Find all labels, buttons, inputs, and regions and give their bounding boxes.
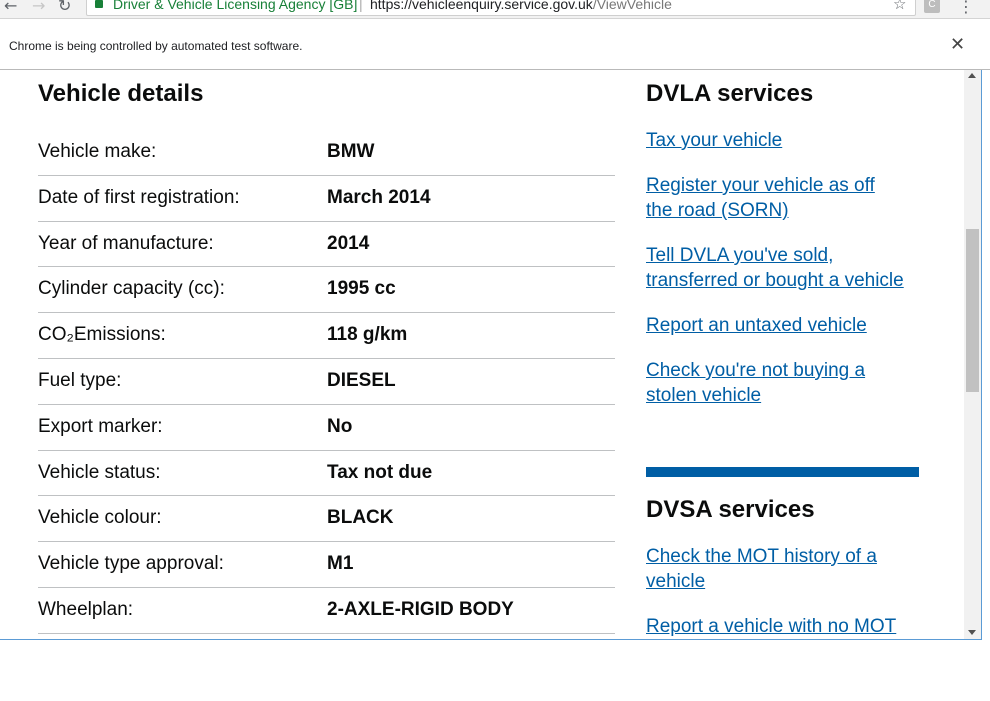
row-label: Vehicle colour: [38,507,162,529]
table-row: Year of manufacture: 2014 [38,222,615,268]
tax-vehicle-link[interactable]: Tax your vehicle [646,128,926,153]
table-row: Vehicle type approval: M1 [38,542,615,588]
lock-icon [95,0,103,8]
row-value: 2-AXLE-RIGID BODY [327,598,514,620]
row-value: 1995 cc [327,278,396,300]
row-value: No [327,415,353,437]
row-value: DIESEL [327,369,396,391]
table-row: Vehicle colour: BLACK [38,496,615,543]
row-value: 2014 [327,232,370,254]
section-divider-bar [646,467,919,477]
table-row: Fuel type: DIESEL [38,359,615,405]
table-row: Cylinder capacity (cc): 1995 cc [38,267,615,314]
close-icon[interactable]: ✕ [950,34,965,55]
vehicle-details-table: Vehicle make: BMW Date of first registra… [38,130,615,634]
forward-icon[interactable]: → [32,0,45,15]
browser-toolbar: ← → ↻ Driver & Vehicle Licensing Agency … [0,0,990,19]
table-row: Vehicle make: BMW [38,130,615,176]
sorn-link[interactable]: Register your vehicle as off the road (S… [646,173,906,223]
row-label: Fuel type: [38,369,122,391]
row-value: 118 g/km [327,324,408,346]
stolen-vehicle-link[interactable]: Check you're not buying a stolen vehicle [646,358,921,408]
dvsa-services-links: Check the MOT history of a vehicle Repor… [646,544,926,640]
viewport-border-bottom [0,639,982,640]
row-label: CO₂Emissions: [38,324,166,346]
address-separator: | [359,0,363,12]
row-value: M1 [327,553,354,575]
scroll-up-arrow-icon[interactable] [968,73,976,78]
table-row: Wheelplan: 2-AXLE-RIGID BODY [38,588,615,634]
row-value: Tax not due [327,461,433,483]
row-label: Vehicle type approval: [38,553,224,575]
row-value: BLACK [327,507,394,529]
site-identity[interactable]: Driver & Vehicle Licensing Agency [GB] [113,0,357,12]
url-path: /ViewVehicle [592,0,672,12]
address-bar[interactable]: Driver & Vehicle Licensing Agency [GB] |… [86,0,916,16]
reload-icon[interactable]: ↻ [58,0,71,15]
row-label: Vehicle status: [38,461,161,483]
automation-infobar: Chrome is being controlled by automated … [0,19,990,70]
table-row: Export marker: No [38,405,615,451]
page-viewport: Vehicle details Vehicle make: BMW Date o… [0,70,982,640]
table-row: CO₂Emissions: 118 g/km [38,313,615,359]
dvla-services-links: Tax your vehicle Register your vehicle a… [646,128,926,428]
sold-vehicle-link[interactable]: Tell DVLA you've sold, transferred or bo… [646,243,926,293]
row-label: Year of manufacture: [38,232,214,254]
vertical-scrollbar[interactable] [964,70,981,640]
infobar-message: Chrome is being controlled by automated … [9,39,303,53]
row-value: March 2014 [327,186,431,208]
star-icon[interactable]: ☆ [893,0,906,13]
vehicle-details-heading: Vehicle details [38,80,204,107]
row-label: Cylinder capacity (cc): [38,278,225,300]
dvsa-services-heading: DVSA services [646,496,815,523]
report-no-mot-link[interactable]: Report a vehicle with no MOT [646,614,926,639]
scroll-down-arrow-icon[interactable] [968,630,976,635]
back-icon[interactable]: ← [4,0,17,15]
extension-icon[interactable]: C [924,0,940,13]
row-label: Date of first registration: [38,186,240,208]
dvla-services-heading: DVLA services [646,80,814,107]
mot-history-link[interactable]: Check the MOT history of a vehicle [646,544,886,594]
report-untaxed-link[interactable]: Report an untaxed vehicle [646,313,926,338]
scrollbar-thumb[interactable] [966,229,979,392]
row-label: Wheelplan: [38,598,134,620]
url-host: https://vehicleenquiry.service.gov.uk [370,0,593,12]
table-row: Vehicle status: Tax not due [38,451,615,497]
url-text[interactable]: https://vehicleenquiry.service.gov.uk/Vi… [370,0,672,12]
row-value: BMW [327,141,375,162]
viewport-border-right [981,70,982,640]
row-label: Vehicle make: [38,141,157,162]
table-row: Date of first registration: March 2014 [38,176,615,222]
menu-icon[interactable]: ⋮ [958,0,974,16]
row-label: Export marker: [38,415,163,437]
